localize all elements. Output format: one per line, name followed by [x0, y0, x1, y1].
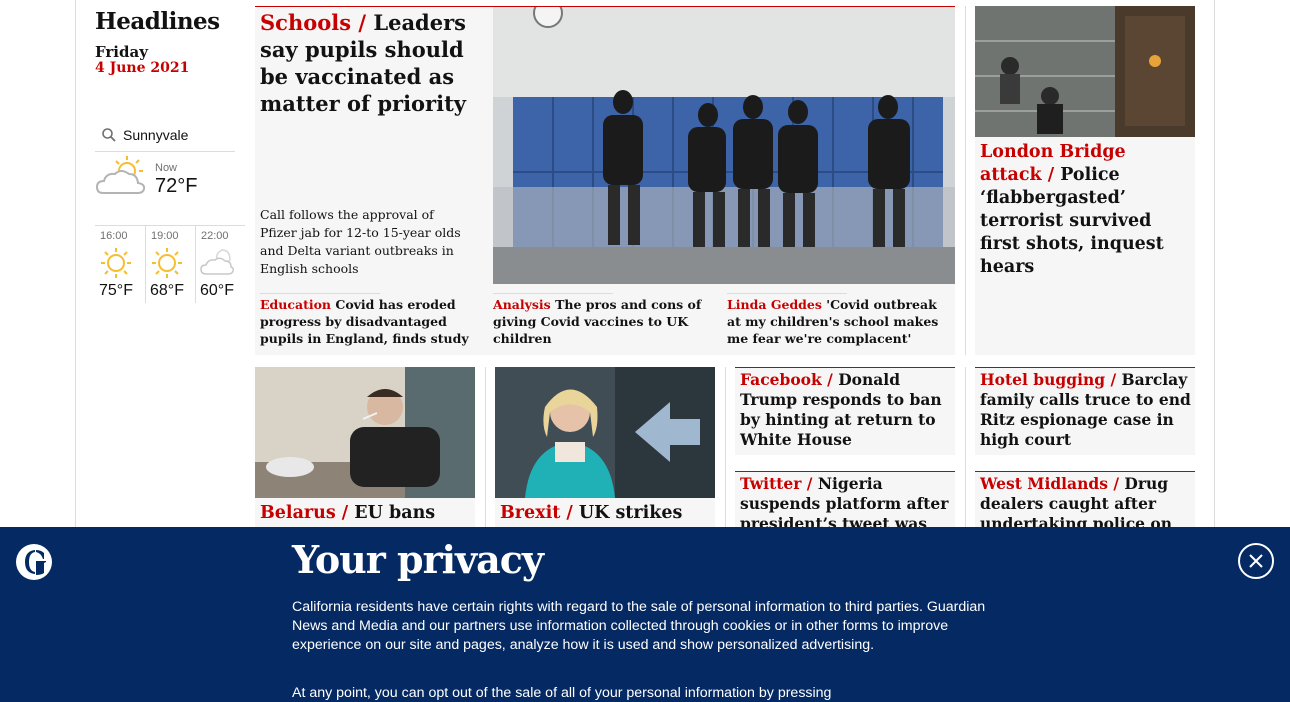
forecast-temp: 68°F: [150, 282, 184, 299]
hotel-headline[interactable]: Hotel bugging / Barclay family calls tru…: [980, 370, 1192, 450]
related-kicker: Linda Geddes: [727, 297, 822, 312]
main-story-image[interactable]: [493, 7, 955, 284]
belarus-title: EU bans: [354, 503, 436, 523]
related-link[interactable]: Linda Geddes 'Covid outbreak at my child…: [727, 296, 952, 347]
privacy-text: California residents have certain rights…: [292, 599, 986, 653]
column-divider: [725, 367, 726, 527]
belarus-image[interactable]: [255, 367, 475, 498]
related-kicker: Analysis: [493, 297, 551, 312]
partly-cloudy-icon: [95, 156, 146, 194]
related-divider: [260, 293, 380, 294]
weather-now-temp: 72°F: [155, 175, 198, 197]
cloud-moon-icon: [200, 249, 234, 275]
main-story-card[interactable]: Schools / Leaders say pupils should be v…: [255, 6, 955, 355]
west-midlands-card[interactable]: West Midlands / Drug dealers caught afte…: [975, 471, 1195, 553]
weather-location-search[interactable]: Sunnyvale: [95, 118, 235, 152]
belarus-headline[interactable]: Belarus / EU bans: [260, 502, 472, 524]
forecast-item: 22:00 60°F: [195, 226, 245, 303]
weather-now: Now 72°F: [95, 155, 235, 215]
privacy-title: Your privacy: [292, 537, 544, 582]
weather-forecast: 16:00 75°F 19:00 68°F 22:00 60°F: [95, 225, 245, 303]
twitter-kicker: Twitter /: [740, 474, 813, 493]
forecast-temp: 60°F: [200, 282, 234, 299]
hotel-card[interactable]: Hotel bugging / Barclay family calls tru…: [975, 367, 1195, 455]
hotel-kicker: Hotel bugging /: [980, 370, 1117, 389]
column-divider: [485, 367, 486, 527]
london-bridge-image[interactable]: [975, 6, 1195, 137]
west-midlands-kicker: West Midlands /: [980, 474, 1119, 493]
belarus-kicker: Belarus /: [260, 503, 349, 523]
related-link[interactable]: Analysis The pros and cons of giving Cov…: [493, 296, 713, 347]
brexit-image[interactable]: [495, 367, 715, 498]
related-divider: [493, 293, 613, 294]
twitter-card[interactable]: Twitter / Nigeria suspends platform afte…: [735, 471, 955, 553]
date-day: Friday: [95, 43, 148, 61]
main-story-standfirst: Call follows the approval of Pfizer jab …: [260, 207, 461, 276]
forecast-time: 19:00: [151, 230, 179, 242]
close-icon: [1249, 554, 1263, 568]
facebook-card[interactable]: Facebook / Donald Trump responds to ban …: [735, 367, 955, 455]
guardian-logo-icon: [16, 544, 52, 580]
main-story-headline[interactable]: Schools / Leaders say pupils should be v…: [260, 9, 488, 117]
search-icon: [102, 127, 116, 142]
london-bridge-card[interactable]: London Bridge attack / Police ‘flabberga…: [975, 6, 1195, 355]
related-link[interactable]: Education Covid has eroded progress by d…: [260, 296, 480, 347]
column-divider: [965, 6, 966, 355]
related-divider: [727, 293, 847, 294]
weather-now-label: Now: [155, 162, 178, 174]
brexit-kicker: Brexit /: [500, 503, 573, 523]
forecast-temp: 75°F: [99, 282, 133, 299]
brexit-card[interactable]: Brexit / UK strikes: [495, 367, 715, 527]
forecast-item: 19:00 68°F: [145, 226, 195, 303]
section-title: Headlines: [95, 8, 220, 35]
forecast-time: 16:00: [100, 230, 128, 242]
sun-icon: [152, 248, 182, 278]
date-full: 4 June 2021: [95, 60, 190, 76]
belarus-card[interactable]: Belarus / EU bans: [255, 367, 475, 527]
column-divider: [965, 367, 966, 527]
forecast-time: 22:00: [201, 230, 229, 242]
main-story-kicker: Schools /: [260, 10, 367, 35]
privacy-opt-out-text: At any point, you can opt out of the sal…: [292, 685, 832, 701]
weather-location: Sunnyvale: [123, 126, 189, 143]
forecast-item: 16:00 75°F: [95, 226, 145, 303]
brexit-headline[interactable]: Brexit / UK strikes: [500, 502, 712, 524]
london-bridge-headline[interactable]: London Bridge attack / Police ‘flabberga…: [980, 141, 1192, 279]
related-kicker: Education: [260, 297, 332, 312]
close-button[interactable]: [1238, 543, 1274, 579]
sun-icon: [101, 248, 131, 278]
facebook-kicker: Facebook /: [740, 370, 833, 389]
facebook-headline[interactable]: Facebook / Donald Trump responds to ban …: [740, 370, 952, 450]
privacy-banner: Your privacy California residents have c…: [0, 527, 1290, 702]
brexit-title: UK strikes: [578, 503, 683, 523]
